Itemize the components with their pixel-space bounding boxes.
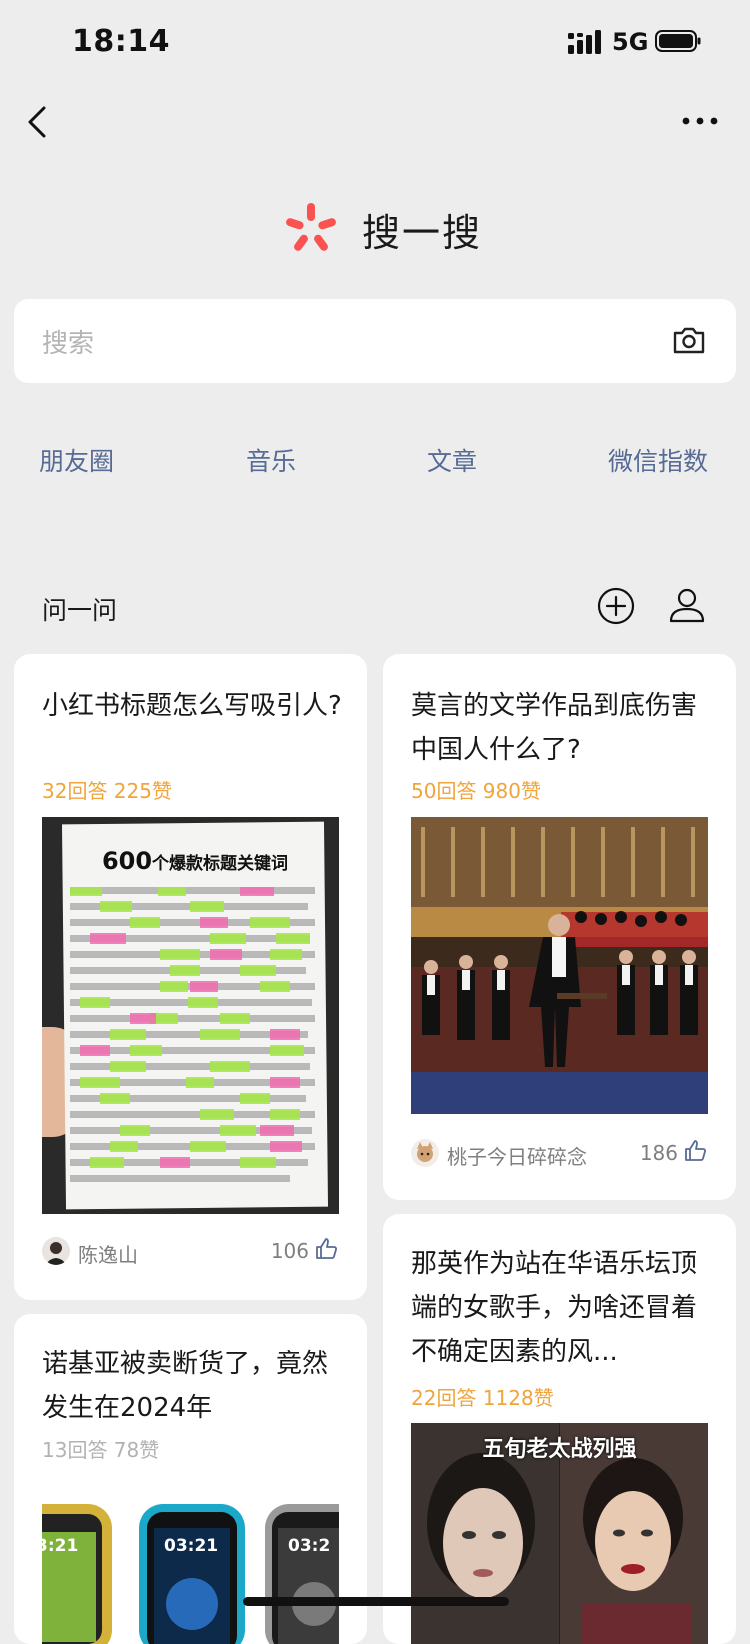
ceremony-photo [411, 817, 708, 1114]
image-caption: 五旬老太战列强 [482, 1437, 637, 1462]
brand-title: 搜一搜 [362, 210, 483, 255]
image-heading-number: 600 [101, 847, 153, 875]
question-card[interactable]: 莫言的文学作品到底伤害中国人什么了? 50回答 980赞 桃子今日碎碎念 186 [383, 654, 736, 1200]
card-footer: 陈逸山 106 [42, 1237, 339, 1273]
question-card[interactable]: 那英作为站在华语乐坛顶端的女歌手，为啥还冒着不确定因素的风... 22回答 11… [383, 1214, 736, 1644]
author-avatar[interactable] [411, 1139, 439, 1167]
card-title: 诺基亚被卖断货了，竟然发生在2024年 [42, 1349, 329, 1423]
sou-logo-icon [286, 203, 336, 251]
card-image: 3:21 03:21 03:2 [42, 1504, 339, 1644]
link-music[interactable]: 音乐 [246, 442, 296, 478]
ask-section-title: 问一问 [42, 596, 118, 625]
camera-icon[interactable] [672, 325, 706, 355]
image-heading-text: 个爆款标题关键词 [152, 854, 289, 874]
more-dots-icon[interactable] [680, 108, 720, 134]
author-name[interactable]: 陈逸山 [78, 1239, 138, 1268]
link-moments[interactable]: 朋友圈 [39, 442, 114, 478]
like-count: 186 [639, 1141, 678, 1165]
like-count: 106 [270, 1239, 309, 1263]
battery-icon [655, 30, 701, 52]
phone-time-3: 03:2 [288, 1536, 331, 1556]
author-name[interactable]: 桃子今日碎碎念 [447, 1141, 587, 1170]
author-avatar[interactable] [42, 1237, 70, 1265]
link-articles[interactable]: 文章 [427, 442, 477, 478]
card-title: 莫言的文学作品到底伤害中国人什么了? [411, 691, 698, 765]
thumbs-up-icon[interactable] [684, 1139, 708, 1163]
nokia-phones-photo [42, 1504, 339, 1644]
card-stats: 32回答 225赞 [42, 779, 172, 803]
user-icon[interactable] [668, 586, 706, 624]
brand-header: 搜一搜 [284, 196, 482, 262]
keyword-lines [70, 887, 315, 1182]
card-image [411, 817, 708, 1114]
status-time: 18:14 [72, 24, 170, 59]
question-card[interactable]: 小红书标题怎么写吸引人? 32回答 225赞 600个爆款标题关键词 陈逸山 1… [14, 654, 367, 1300]
add-circle-icon[interactable] [597, 587, 635, 625]
card-stats: 50回答 980赞 [411, 779, 541, 803]
search-placeholder: 搜索 [42, 329, 95, 359]
signal-icon [568, 30, 601, 54]
card-stats: 22回答 1128赞 [411, 1386, 554, 1410]
link-wechat-index[interactable]: 微信指数 [608, 442, 708, 478]
card-title: 那英作为站在华语乐坛顶端的女歌手，为啥还冒着不确定因素的风... [411, 1249, 698, 1367]
card-image: 五旬老太战列强 [411, 1423, 708, 1644]
phone-time-2: 03:21 [164, 1536, 219, 1556]
question-card[interactable]: 诺基亚被卖断货了，竟然发生在2024年 13回答 78赞 3:21 03:21 … [14, 1314, 367, 1644]
phone-time-1: 3:21 [42, 1536, 79, 1556]
home-indicator[interactable] [243, 1597, 509, 1606]
network-type: 5G [612, 28, 649, 56]
card-footer: 桃子今日碎碎念 186 [411, 1139, 708, 1175]
chevron-left-icon[interactable] [22, 100, 54, 144]
search-input[interactable]: 搜索 [14, 299, 736, 383]
card-stats: 13回答 78赞 [42, 1438, 160, 1462]
card-image: 600个爆款标题关键词 [42, 817, 339, 1214]
thumbs-up-icon[interactable] [315, 1237, 339, 1261]
card-title: 小红书标题怎么写吸引人? [42, 691, 342, 721]
status-bar: 18:14 5G [0, 0, 750, 84]
